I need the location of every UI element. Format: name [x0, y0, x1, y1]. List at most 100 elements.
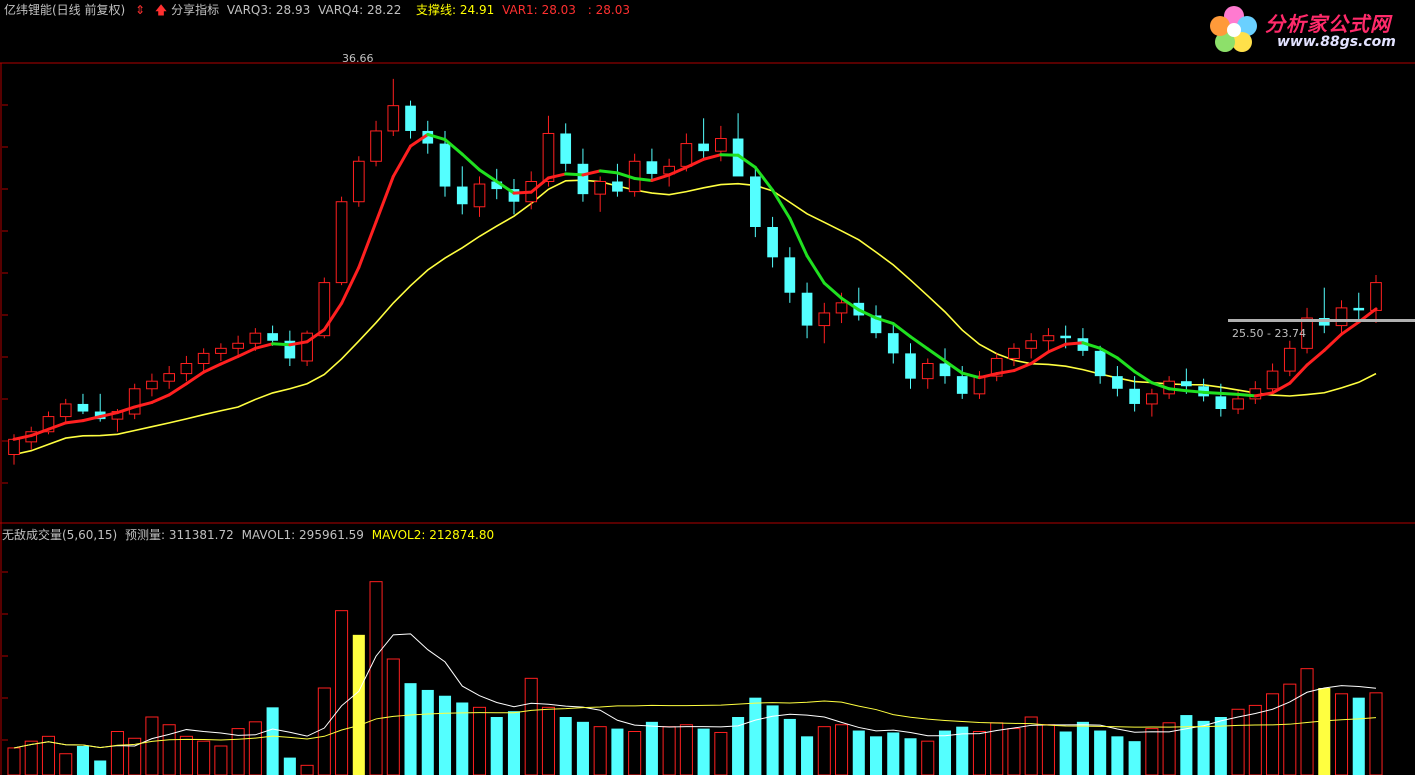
candle-body [767, 227, 778, 258]
volume-bar [507, 711, 521, 775]
trend-segment [1012, 362, 1033, 373]
volume-bar [1094, 730, 1107, 775]
volume-bar [1076, 721, 1089, 775]
candle-body [542, 132, 555, 183]
forecast-label: 预测量: [125, 528, 166, 542]
volume-bar [59, 753, 73, 775]
trend-segment [1029, 350, 1050, 365]
trend-segment [460, 152, 481, 172]
trend-segment [650, 173, 671, 182]
support-header: 支撑线: 24.91 VAR1: 28.03 : 28.03 [416, 1, 630, 18]
trend-segment [598, 169, 619, 175]
candle-body [370, 130, 382, 162]
trend-segment [1064, 341, 1085, 346]
logo-title: 分析家公式网 [1265, 12, 1391, 36]
up-down-arrow-icon: ⇕ [135, 3, 146, 17]
candle-body [1146, 393, 1158, 405]
candle-body [1129, 388, 1140, 404]
support-band [1228, 319, 1415, 322]
volume-bar [335, 610, 349, 775]
volume-bar [76, 746, 89, 775]
candle-body [473, 183, 486, 208]
candle-body [1042, 335, 1055, 342]
volume-bar [94, 760, 107, 775]
candle-body [1266, 370, 1279, 390]
volume-bar [214, 745, 228, 775]
volume-bar [1180, 715, 1193, 775]
candle-body [1008, 347, 1020, 359]
volume-bar [869, 736, 883, 775]
trend-segment [719, 153, 740, 157]
trend-segment [81, 415, 102, 423]
stock-chart: 36.66 25.50 - 23.74 [0, 52, 1415, 775]
trend-segment [374, 174, 395, 224]
trend-segment [564, 172, 585, 177]
support-line [13, 179, 1377, 456]
candle-body [698, 143, 709, 152]
candle-body [1370, 282, 1382, 311]
trend-segment [822, 281, 844, 300]
volume-bar [817, 726, 831, 775]
trend-segment [805, 254, 826, 285]
varq3-value: 28.93 [275, 3, 311, 17]
volume-bar [1059, 731, 1072, 775]
varq3-label: VARQ3: [226, 3, 273, 17]
volume-bar [1111, 736, 1124, 775]
trend-segment [236, 346, 257, 358]
volume-indicator-title[interactable]: 无敌成交量(5,60,15) [2, 528, 117, 542]
volume-bar [904, 738, 917, 775]
candle-body [680, 143, 693, 167]
extra-value: 28.03 [595, 3, 630, 17]
support-value: 24.91 [459, 3, 495, 17]
volume-bar [628, 731, 642, 775]
volume-bar [593, 726, 607, 775]
volume-bar [438, 695, 452, 775]
candle-body [612, 181, 623, 192]
stock-title[interactable]: 亿纬锂能(日线 前复权) [4, 3, 125, 17]
logo: 分析家公式网 www.88gs.com [1207, 4, 1407, 56]
candle-body [267, 333, 278, 341]
volume-grid [2, 571, 8, 741]
volume-bar [921, 740, 935, 775]
volume-bar [938, 730, 952, 775]
trend-segment [391, 144, 413, 178]
volume-bar [1041, 724, 1055, 775]
candle-body [405, 105, 416, 131]
volume-bar [714, 731, 728, 775]
candle-body [560, 133, 572, 164]
volume-bar [559, 717, 572, 775]
candle-body [1181, 381, 1192, 387]
price-annotation: 36.66 [342, 52, 374, 65]
candle-body [749, 176, 761, 227]
candle-body [439, 143, 451, 187]
price-annotation: 25.50 - 23.74 [1232, 327, 1306, 340]
volume-bar [697, 728, 710, 775]
volume-bar [783, 718, 796, 775]
volume-bar [1145, 728, 1159, 775]
volume-bar [7, 747, 21, 775]
candle-body [232, 342, 244, 349]
indicator-name[interactable]: 分享指标 [171, 3, 219, 17]
candle-body [887, 333, 899, 354]
price-header: 亿纬锂能(日线 前复权) ⇕ 🡅 分享指标 VARQ3: 28.93 VARQ4… [4, 1, 401, 22]
candle-body [577, 163, 589, 195]
trend-segment [1115, 356, 1137, 374]
candle-body [180, 363, 193, 375]
varq4-value: 28.22 [367, 3, 402, 17]
candle-body [163, 373, 176, 382]
volume-bar [110, 731, 124, 775]
candle-body [77, 403, 89, 412]
candle-body [215, 347, 227, 354]
candle-body [1283, 347, 1296, 372]
volume-bar [611, 728, 624, 775]
volume-bar [852, 730, 865, 775]
trend-segment [702, 153, 723, 161]
candle-body [1232, 398, 1244, 410]
volume-bar [266, 707, 279, 775]
volume-bar [1318, 688, 1331, 775]
mavol1-value: 295961.59 [299, 528, 364, 542]
trend-segment [1202, 390, 1223, 395]
candle-body [818, 312, 831, 327]
volume-bar [1352, 697, 1365, 775]
volume-bar [645, 721, 658, 775]
